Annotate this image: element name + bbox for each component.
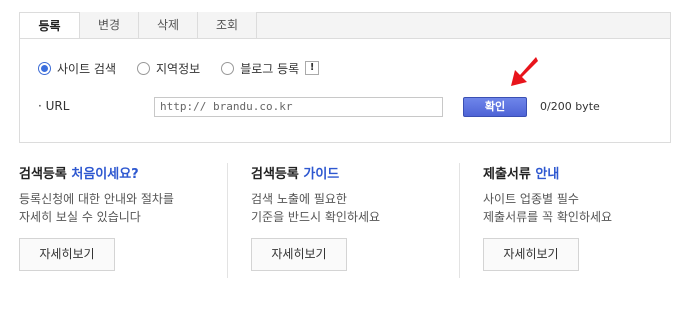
info-guide: 검색등록 가이드 검색 노출에 필요한 기준을 반드시 확인하세요 자세히보기 [251,163,451,271]
info-description: 검색 노출에 필요한 기준을 반드시 확인하세요 [251,190,451,226]
tab-register[interactable]: 등록 [19,12,80,40]
info-title: 검색등록 처음이세요? [19,163,219,182]
info-title-highlight: 처음이세요? [71,167,139,182]
url-label: · URL [38,99,70,113]
confirm-button[interactable]: 확인 [463,97,527,117]
radio-local-info[interactable] [137,61,151,75]
detail-button[interactable]: 자세히보기 [251,238,347,271]
option-blog-register[interactable]: 블로그 등록 ! [221,60,320,77]
info-title-prefix: 검색등록 [19,167,72,182]
tab-delete[interactable]: 삭제 [139,12,198,39]
info-title-highlight: 안내 [535,167,560,182]
option-local-info-label: 지역정보 [156,61,201,76]
column-divider [227,163,228,278]
info-title-highlight: 가이드 [303,167,340,182]
info-documents: 제출서류 안내 사이트 업종별 필수 제출서류를 꼭 확인하세요 자세히보기 [483,163,683,271]
option-site-search[interactable]: 사이트 검색 [38,60,116,77]
info-title-prefix: 제출서류 [483,167,536,182]
detail-button[interactable]: 자세히보기 [483,238,579,271]
info-title: 검색등록 가이드 [251,163,451,182]
info-title-prefix: 검색등록 [251,167,304,182]
info-desc-line: 자세히 보실 수 있습니다 [19,210,141,224]
tab-bar: 등록 변경 삭제 조회 [19,12,671,40]
info-desc-line: 등록신청에 대한 안내와 절차를 [19,192,174,206]
info-desc-line: 제출서류를 꼭 확인하세요 [483,210,613,224]
red-arrow-icon [511,57,538,86]
option-blog-register-label: 블로그 등록 [240,61,300,76]
tab-change[interactable]: 변경 [80,12,139,39]
info-desc-line: 검색 노출에 필요한 [251,192,347,206]
url-input[interactable]: http:// brandu.co.kr [154,97,443,117]
option-site-search-label: 사이트 검색 [57,61,117,76]
url-row: · URL http:// brandu.co.kr 확인 0/200 byte [38,97,658,117]
info-description: 사이트 업종별 필수 제출서류를 꼭 확인하세요 [483,190,683,226]
exclamation-icon[interactable]: ! [305,61,320,75]
radio-site-search[interactable] [38,61,51,75]
register-panel: 사이트 검색 지역정보 블로그 등록 ! · URL http:// brand… [19,38,671,143]
option-local-info[interactable]: 지역정보 [137,60,200,77]
info-description: 등록신청에 대한 안내와 절차를 자세히 보실 수 있습니다 [19,190,219,226]
info-desc-line: 기준을 반드시 확인하세요 [251,210,381,224]
tab-lookup[interactable]: 조회 [198,12,257,39]
radio-blog-register[interactable] [221,61,235,75]
info-title: 제출서류 안내 [483,163,683,182]
search-type-options: 사이트 검색 지역정보 블로그 등록 ! [38,60,320,77]
column-divider [459,163,460,278]
detail-button[interactable]: 자세히보기 [19,238,115,271]
info-first-time: 검색등록 처음이세요? 등록신청에 대한 안내와 절차를 자세히 보실 수 있습… [19,163,219,271]
byte-counter: 0/200 byte [540,100,600,113]
info-desc-line: 사이트 업종별 필수 [483,192,579,206]
